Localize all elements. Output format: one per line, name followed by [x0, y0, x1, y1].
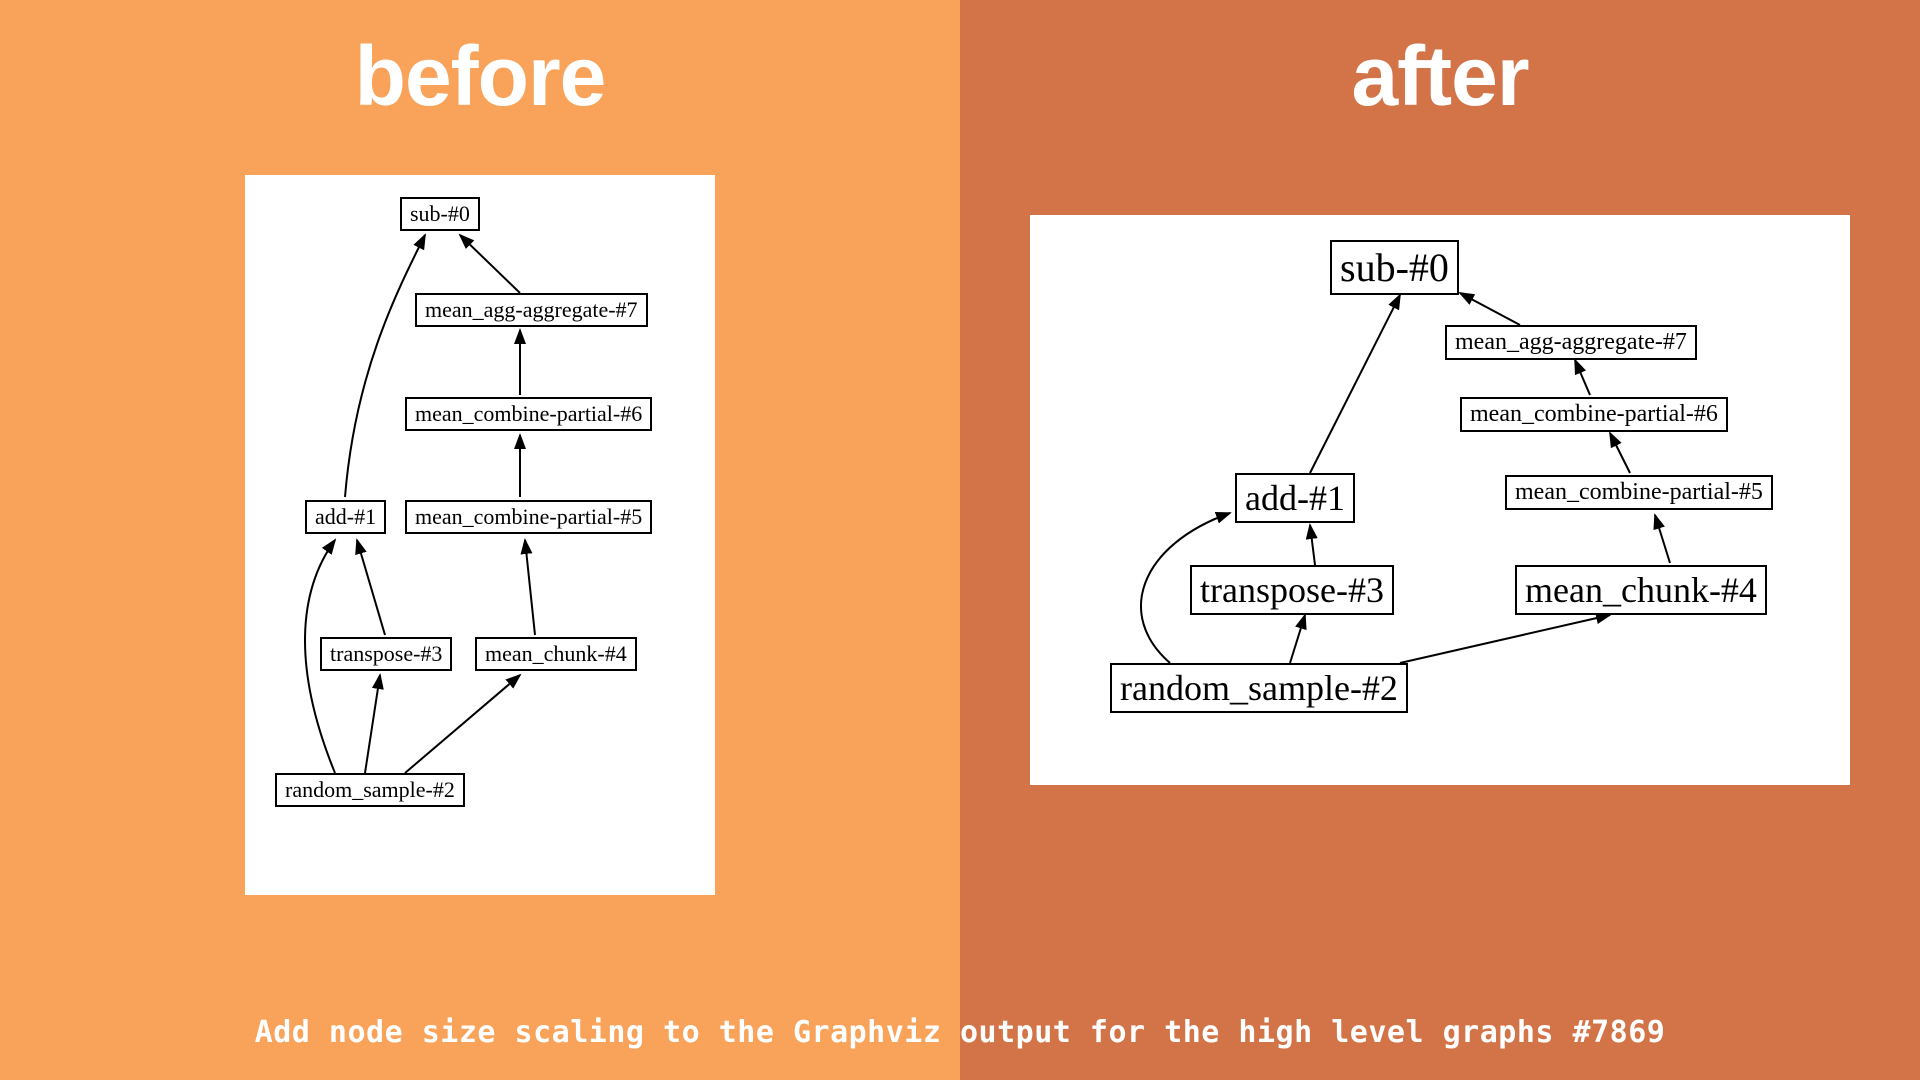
- before-graph: sub-#0 mean_agg-aggregate-#7 mean_combin…: [245, 175, 715, 895]
- node-random-sample2-after: random_sample-#2: [1110, 663, 1408, 713]
- node-transpose3-after: transpose-#3: [1190, 565, 1394, 615]
- node-transpose3: transpose-#3: [320, 637, 452, 671]
- node-mean-combine6: mean_combine-partial-#6: [405, 397, 652, 431]
- node-mean-combine6-after: mean_combine-partial-#6: [1460, 397, 1728, 432]
- node-sub0-after: sub-#0: [1330, 240, 1459, 295]
- after-graph: sub-#0 mean_agg-aggregate-#7 mean_combin…: [1030, 215, 1850, 785]
- after-title: after: [1351, 28, 1528, 125]
- node-random-sample2: random_sample-#2: [275, 773, 465, 807]
- issue-caption: Add node size scaling to the Graphviz ou…: [0, 1015, 1920, 1050]
- node-mean-combine5: mean_combine-partial-#5: [405, 500, 652, 534]
- after-panel: after sub-#0: [960, 0, 1920, 1080]
- before-panel: before sub-#0: [0, 0, 960, 1080]
- before-title: before: [355, 28, 606, 125]
- node-mean-combine5-after: mean_combine-partial-#5: [1505, 475, 1773, 510]
- node-add1-after: add-#1: [1235, 473, 1355, 523]
- node-mean-chunk4-after: mean_chunk-#4: [1515, 565, 1767, 615]
- node-mean-agg7-after: mean_agg-aggregate-#7: [1445, 325, 1697, 360]
- node-mean-agg7: mean_agg-aggregate-#7: [415, 293, 648, 327]
- node-add1: add-#1: [305, 500, 386, 534]
- node-mean-chunk4: mean_chunk-#4: [475, 637, 637, 671]
- node-sub0: sub-#0: [400, 197, 480, 231]
